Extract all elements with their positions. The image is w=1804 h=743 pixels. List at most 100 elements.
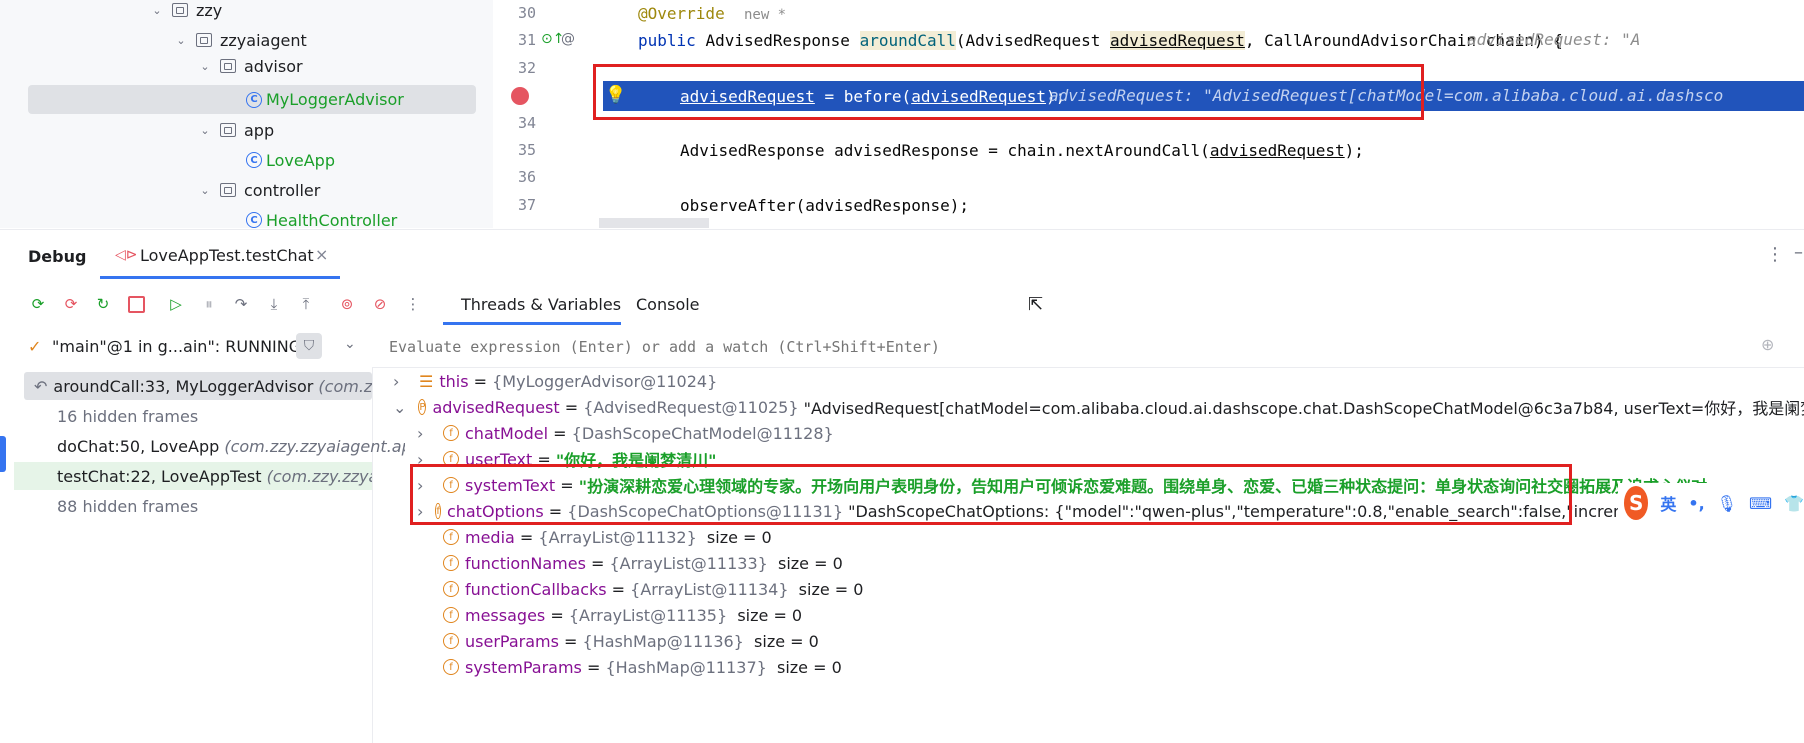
mute-breakpoints-icon[interactable]: ⊘ [371, 295, 389, 313]
code-line-31: 31 ⊙↑ @ public AdvisedResponse aroundCal… [493, 27, 1804, 53]
ime-lang[interactable]: 英 [1660, 491, 1676, 515]
sogou-logo-icon[interactable]: S [1624, 486, 1649, 520]
tree-item-advisor[interactable]: ⌄ advisor [198, 53, 302, 79]
chevron-down-icon[interactable]: ⌄ [344, 336, 356, 352]
field-icon: f [443, 607, 459, 623]
add-watch-icon[interactable]: ⊕ [1761, 335, 1774, 354]
step-over-icon[interactable]: ↷ [232, 295, 250, 313]
tree-item-controller[interactable]: ⌄ controller [198, 177, 320, 203]
tab-threads-variables[interactable]: Threads & Variables [461, 295, 621, 314]
annotation-red-box [410, 464, 1572, 525]
at-gutter-icon[interactable]: @ [561, 31, 575, 47]
frame-item[interactable]: ↶ aroundCall:33, MyLoggerAdvisor (com.zz… [24, 372, 372, 400]
frame-method: testChat:22, LoveAppTest [57, 466, 262, 486]
line-number: 31 [517, 31, 536, 49]
class-icon: C [246, 91, 262, 108]
variable-name: messages [465, 605, 546, 625]
param-icon: P [418, 399, 427, 415]
variable-row[interactable]: f userParams = {HashMap@11136} size = 0 [443, 627, 819, 655]
variable-ref: {AdvisedRequest@11025} [583, 397, 799, 417]
rerun-icon[interactable]: ⟳ [29, 295, 47, 313]
restart-icon[interactable]: ↻ [94, 295, 112, 313]
chevron-down-icon[interactable]: ⌄ [198, 59, 212, 73]
code-text: observeAfter(advisedResponse); [680, 195, 969, 215]
more-actions-icon[interactable]: ⋮ [404, 295, 422, 313]
variable-row[interactable]: f systemParams = {HashMap@11137} size = … [443, 653, 842, 681]
class-icon: C [246, 212, 262, 228]
frame-item[interactable]: doChat:50, LoveApp (com.zzy.zzyaiagent.a… [57, 432, 405, 460]
ime-punct[interactable]: •, [1688, 494, 1704, 513]
breakpoint-icon[interactable] [511, 87, 529, 105]
frame-item[interactable]: testChat:22, LoveAppTest (com.zzy.zzyaia… [14, 462, 372, 490]
horizontal-scrollbar[interactable] [599, 218, 709, 228]
variable-ref: {ArrayList@11134} [630, 579, 789, 599]
variable-name: functionCallbacks [465, 579, 607, 599]
variable-row[interactable]: f messages = {ArrayList@11135} size = 0 [443, 601, 802, 629]
variable-row[interactable]: › ☰ this = {MyLoggerAdvisor@11024} [393, 367, 717, 395]
tree-item-label: HealthController [266, 210, 398, 229]
close-tab-icon[interactable]: × [315, 245, 328, 264]
view-breakpoints-icon[interactable]: ⊚ [338, 295, 356, 313]
tree-item-label: zzyaiagent [220, 30, 307, 50]
tree-item-healthcontroller[interactable]: C HealthController [246, 207, 397, 228]
variable-name: media [465, 527, 515, 547]
tree-item-zzy[interactable]: ⌄ zzy [150, 0, 222, 23]
step-out-icon[interactable]: ⤒ [297, 295, 315, 313]
tree-item-loveapp[interactable]: C LoveApp [246, 147, 335, 173]
code-end: ); [1344, 140, 1364, 160]
tree-item-zzyaiagent[interactable]: ⌄ zzyaiagent [174, 27, 307, 53]
shirt-icon[interactable]: 👕 [1784, 494, 1804, 513]
stop-icon[interactable] [127, 295, 145, 313]
tree-item-label: zzy [196, 0, 223, 20]
variable-row[interactable]: f functionNames = {ArrayList@11133} size… [443, 549, 843, 577]
thread-selector[interactable]: ✓ "main"@1 in g...ain": RUNNING ⛉ ⌄ [0, 327, 372, 367]
minimize-icon[interactable]: – [1794, 242, 1803, 263]
variable-ref: {HashMap@11137} [605, 657, 767, 677]
hidden-frames[interactable]: 88 hidden frames [57, 492, 405, 520]
frame-package: (com.zzy.z [318, 376, 372, 396]
param-type: (AdvisedRequest [955, 30, 1111, 50]
hidden-frames[interactable]: 16 hidden frames [57, 402, 405, 430]
tree-item-app[interactable]: ⌄ app [198, 117, 274, 143]
chevron-right-icon[interactable]: › [393, 372, 407, 391]
tree-item-label: controller [244, 180, 321, 200]
session-tab[interactable]: LoveAppTest.testChat [140, 246, 314, 265]
chevron-down-icon[interactable]: ⌄ [393, 398, 406, 417]
chevron-down-icon[interactable]: ⌄ [150, 3, 164, 17]
variable-name: systemParams [465, 657, 582, 677]
more-options-icon[interactable]: ⋮ [1766, 244, 1784, 265]
filter-icon[interactable]: ⛉ [296, 333, 322, 359]
chevron-down-icon[interactable]: ⌄ [198, 183, 212, 197]
folder-icon [220, 123, 236, 137]
field-icon: f [443, 555, 459, 571]
variable-value: size = 0 [798, 579, 864, 599]
evaluate-expression-input[interactable] [387, 333, 1691, 361]
chevron-down-icon[interactable]: ⌄ [198, 123, 212, 137]
variable-name: this [439, 371, 469, 391]
field-icon: f [443, 581, 459, 597]
line-number: 30 [517, 4, 536, 22]
keyboard-icon[interactable]: ⌨ [1749, 494, 1772, 513]
return-type: AdvisedResponse [705, 30, 860, 50]
microphone-icon[interactable]: 🎙 [1717, 494, 1737, 513]
tree-item-myloggeradvisor[interactable]: C MyLoggerAdvisor [28, 85, 476, 114]
step-into-icon[interactable]: ⤓ [265, 295, 283, 313]
variable-name: advisedRequest [432, 397, 560, 417]
folder-icon [172, 3, 188, 17]
resume-icon[interactable]: ▷ [167, 295, 185, 313]
variable-value: size = 0 [754, 631, 819, 651]
rerun-failed-icon[interactable]: ⟳ [62, 295, 80, 313]
chevron-down-icon[interactable]: ⌄ [174, 33, 188, 47]
variable-row[interactable]: ⌄ P advisedRequest = {AdvisedRequest@110… [393, 393, 1804, 421]
variable-ref: {ArrayList@11135} [568, 605, 728, 625]
variable-row[interactable]: f media = {ArrayList@11132} size = 0 [443, 523, 772, 551]
variable-row[interactable]: › f chatModel = {DashScopeChatModel@1112… [417, 419, 834, 447]
chevron-right-icon[interactable]: › [417, 424, 431, 443]
pause-icon[interactable]: ⏸ [200, 295, 218, 313]
inline-value-hint: advisedRequest: "A [1467, 30, 1641, 49]
variable-row[interactable]: f functionCallbacks = {ArrayList@11134} … [443, 575, 863, 603]
code-editor[interactable]: 30 @Override new * 31 ⊙↑ @ public Advise… [493, 0, 1804, 228]
evaluate-bar: ⊕ [373, 327, 1804, 368]
folder-icon [220, 183, 236, 197]
tab-console[interactable]: Console [636, 295, 700, 314]
